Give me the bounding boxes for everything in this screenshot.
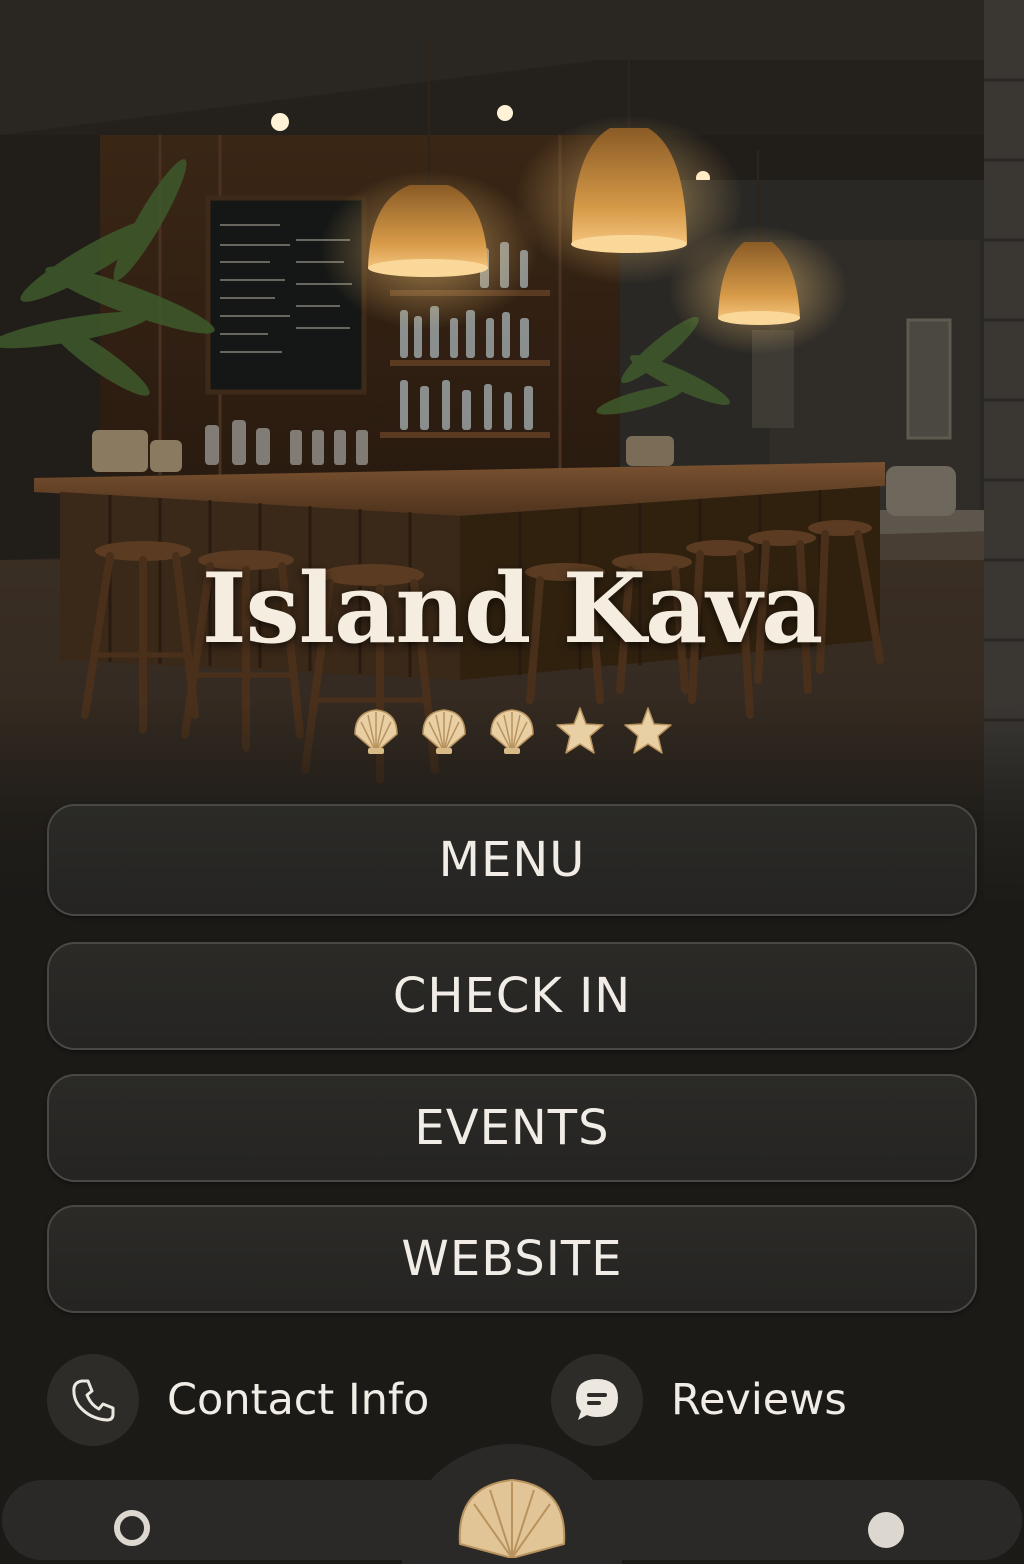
website-button[interactable]: WEBSITE (47, 1205, 977, 1313)
reviews-link[interactable]: Reviews (551, 1354, 847, 1446)
events-button[interactable]: EVENTS (47, 1074, 977, 1182)
check-in-button[interactable]: CHECK IN (47, 942, 977, 1050)
reviews-label: Reviews (671, 1375, 847, 1425)
venue-title: Island Kava (201, 552, 824, 665)
shell-icon (422, 709, 466, 754)
phone-icon-circle[interactable] (47, 1354, 139, 1446)
menu-button[interactable]: MENU (47, 804, 977, 916)
shell-icon[interactable] (452, 1478, 572, 1558)
contact-info-label: Contact Info (167, 1375, 430, 1425)
phone-icon (72, 1379, 115, 1422)
hero-image (0, 0, 1024, 900)
profile-icon[interactable] (868, 1512, 904, 1548)
search-icon[interactable] (108, 1506, 156, 1546)
shell-icon (354, 709, 398, 754)
star-icon (556, 707, 604, 754)
shell-icon (490, 709, 534, 754)
contact-info-link[interactable]: Contact Info (47, 1354, 429, 1446)
reviews-icon-circle[interactable] (551, 1354, 643, 1446)
rating (0, 704, 1024, 758)
chat-bubble-icon (576, 1379, 618, 1420)
star-icon (624, 707, 672, 754)
